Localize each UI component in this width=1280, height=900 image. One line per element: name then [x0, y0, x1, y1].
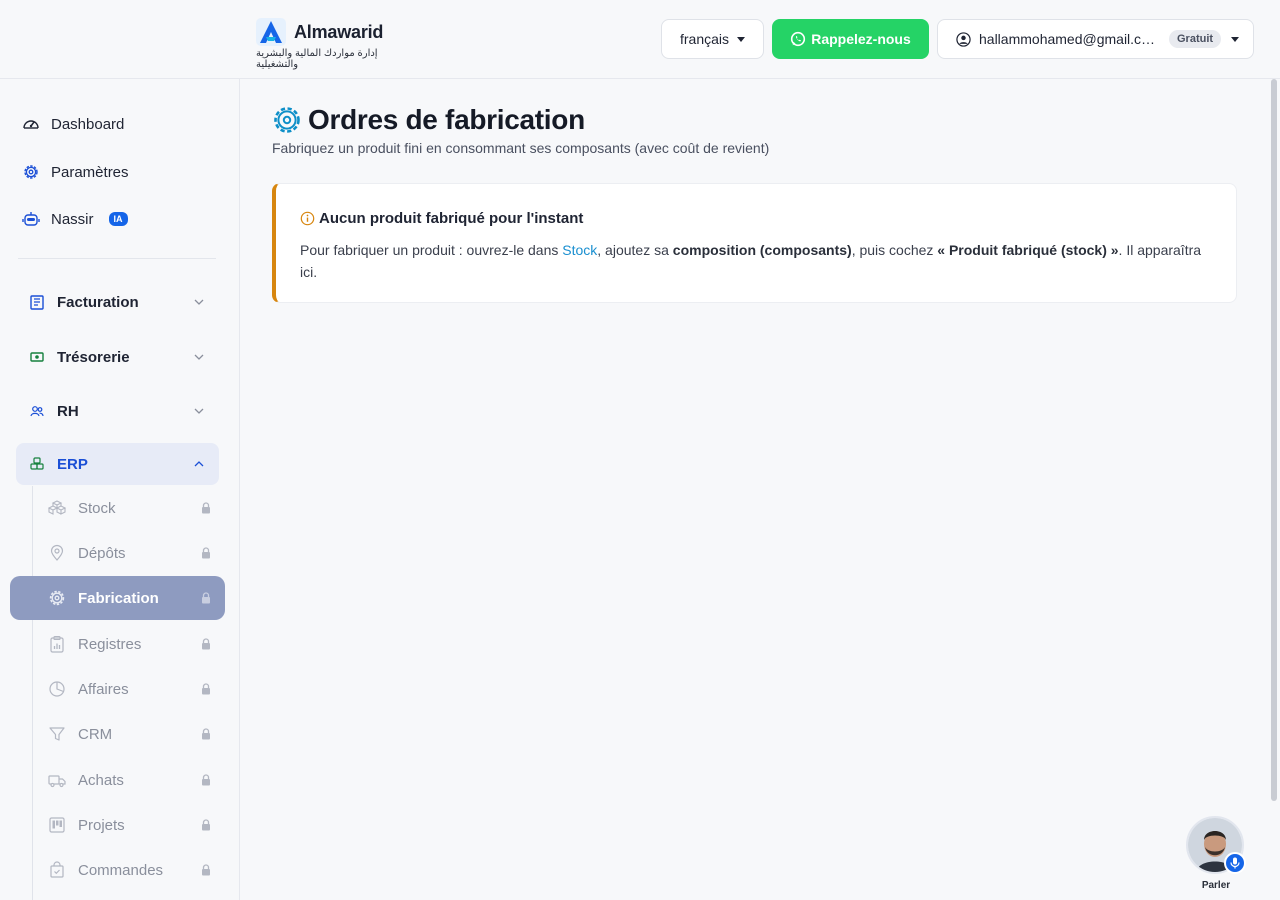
sidebar-item-affaires[interactable]: Affaires — [10, 667, 225, 711]
brand-tagline: إدارة مواردك المالية والبشرية والتشغيلية — [256, 48, 378, 70]
sidebar-section-tresorerie[interactable]: Trésorerie — [16, 336, 219, 378]
sidebar-item-nassir[interactable]: Nassir IA — [22, 210, 128, 228]
sub-item-label: CRM — [78, 725, 113, 743]
chevron-up-icon — [194, 461, 204, 467]
map-pin-icon — [50, 544, 64, 561]
info-icon — [300, 211, 315, 226]
page-title: Ordres de fabrication — [308, 104, 585, 135]
alert-text-part: Pour fabriquer un produit : ouvrez-le da… — [300, 242, 563, 258]
pie-chart-icon — [49, 681, 65, 697]
lock-icon — [202, 502, 210, 514]
ia-badge: IA — [108, 212, 128, 226]
sidebar-item-label: Dashboard — [51, 115, 125, 133]
caret-down-icon — [737, 36, 746, 42]
caret-down-icon — [1231, 36, 1239, 42]
section-label: RH — [57, 402, 79, 420]
sidebar-item-crm[interactable]: CRM — [10, 712, 225, 756]
cash-icon — [30, 352, 44, 362]
gear-icon — [274, 107, 300, 133]
users-icon — [30, 405, 44, 416]
language-label: français — [679, 31, 730, 47]
clipboard-chart-icon — [50, 635, 64, 653]
sidebar-item-registres[interactable]: Registres — [10, 622, 225, 666]
chevron-down-icon — [194, 408, 204, 414]
voice-assistant-button[interactable]: Parler — [1186, 816, 1246, 891]
sidebar-item-dashboard[interactable]: Dashboard — [22, 115, 124, 133]
alert-text-part: , ajoutez sa — [597, 242, 673, 258]
sidebar-section-erp[interactable]: ERP — [16, 443, 219, 485]
alert-text-part: , puis cochez — [851, 242, 938, 258]
microphone-icon — [1224, 852, 1246, 874]
sub-item-label: Commandes — [78, 861, 164, 879]
brand[interactable]: Almawarid إدارة مواردك المالية والبشرية … — [256, 18, 396, 70]
section-label: ERP — [57, 455, 88, 473]
alert-bold-produit-fabrique: « Produit fabriqué (stock) » — [937, 242, 1119, 258]
stock-link[interactable]: Stock — [562, 242, 597, 258]
page-header: Ordres de fabrication — [272, 104, 585, 136]
callback-label: Rappelez-nous — [811, 31, 911, 47]
sidebar: Dashboard Paramètres Nassir IA Facturati… — [0, 79, 240, 900]
sidebar-item-label: Paramètres — [51, 163, 129, 181]
top-header: Almawarid إدارة مواردك المالية والبشرية … — [0, 0, 1280, 79]
alert-text: Pour fabriquer un produit : ouvrez-le da… — [300, 239, 1212, 283]
lock-icon — [202, 774, 210, 786]
sidebar-item-depots[interactable]: Dépôts — [10, 531, 225, 575]
cubes-icon — [30, 457, 44, 470]
sidebar-item-parametres[interactable]: Paramètres — [22, 163, 129, 181]
sidebar-item-stock[interactable]: Stock — [10, 486, 225, 530]
alert-title: Aucun produit fabriqué pour l'instant — [319, 210, 584, 227]
sidebar-item-achats[interactable]: Achats — [10, 758, 225, 802]
filter-icon — [49, 727, 65, 741]
almawarid-logo-icon — [256, 18, 286, 46]
section-label: Facturation — [57, 293, 139, 311]
lock-icon — [202, 592, 210, 604]
lock-icon — [202, 547, 210, 559]
invoice-icon — [30, 294, 44, 310]
lock-icon — [202, 638, 210, 650]
lock-icon — [202, 819, 210, 831]
gauge-icon — [23, 120, 39, 129]
alert-bold-composition: composition (composants) — [672, 242, 852, 258]
gear-icon — [24, 165, 38, 179]
user-menu[interactable]: hallammohamed@gmail.c… Gratuit — [937, 19, 1254, 59]
sub-item-label: Fabrication — [78, 589, 159, 607]
sidebar-divider — [18, 258, 216, 259]
truck-icon — [48, 775, 66, 788]
chevron-down-icon — [194, 354, 204, 360]
empty-state-alert: Aucun produit fabriqué pour l'instant Po… — [272, 183, 1237, 303]
page-subtitle: Fabriquez un produit fini en consommant … — [272, 140, 770, 156]
gear-icon — [49, 590, 65, 606]
scrollbar[interactable] — [1271, 79, 1277, 801]
brand-name: Almawarid — [294, 21, 384, 42]
robot-icon — [22, 212, 40, 226]
section-label: Trésorerie — [57, 348, 130, 366]
user-circle-icon — [956, 31, 971, 47]
kanban-icon — [49, 817, 65, 833]
user-email: hallammohamed@gmail.c… — [979, 31, 1156, 47]
lock-icon — [202, 864, 210, 876]
sub-item-label: Stock — [78, 499, 116, 517]
bag-check-icon — [50, 861, 64, 878]
callback-button[interactable]: Rappelez-nous — [772, 19, 929, 59]
boxes-icon — [48, 500, 66, 515]
sidebar-item-fabrication[interactable]: Fabrication — [10, 576, 225, 620]
lock-icon — [202, 683, 210, 695]
voice-label: Parler — [1201, 880, 1231, 891]
sidebar-item-label: Nassir — [51, 210, 94, 228]
assistant-avatar — [1186, 816, 1246, 874]
sub-item-label: Affaires — [78, 680, 129, 698]
sidebar-section-rh[interactable]: RH — [16, 390, 219, 432]
lock-icon — [202, 728, 210, 740]
sub-item-label: Projets — [78, 816, 125, 834]
sub-item-label: Dépôts — [78, 544, 126, 562]
chevron-down-icon — [194, 299, 204, 305]
sidebar-item-commandes[interactable]: Commandes — [10, 848, 225, 892]
whatsapp-icon — [791, 31, 806, 47]
language-select[interactable]: français — [661, 19, 764, 59]
sub-item-label: Registres — [78, 635, 142, 653]
sidebar-item-projets[interactable]: Projets — [10, 803, 225, 847]
sidebar-section-facturation[interactable]: Facturation — [16, 281, 219, 323]
plan-badge: Gratuit — [1169, 30, 1222, 48]
sub-item-label: Achats — [78, 771, 124, 789]
